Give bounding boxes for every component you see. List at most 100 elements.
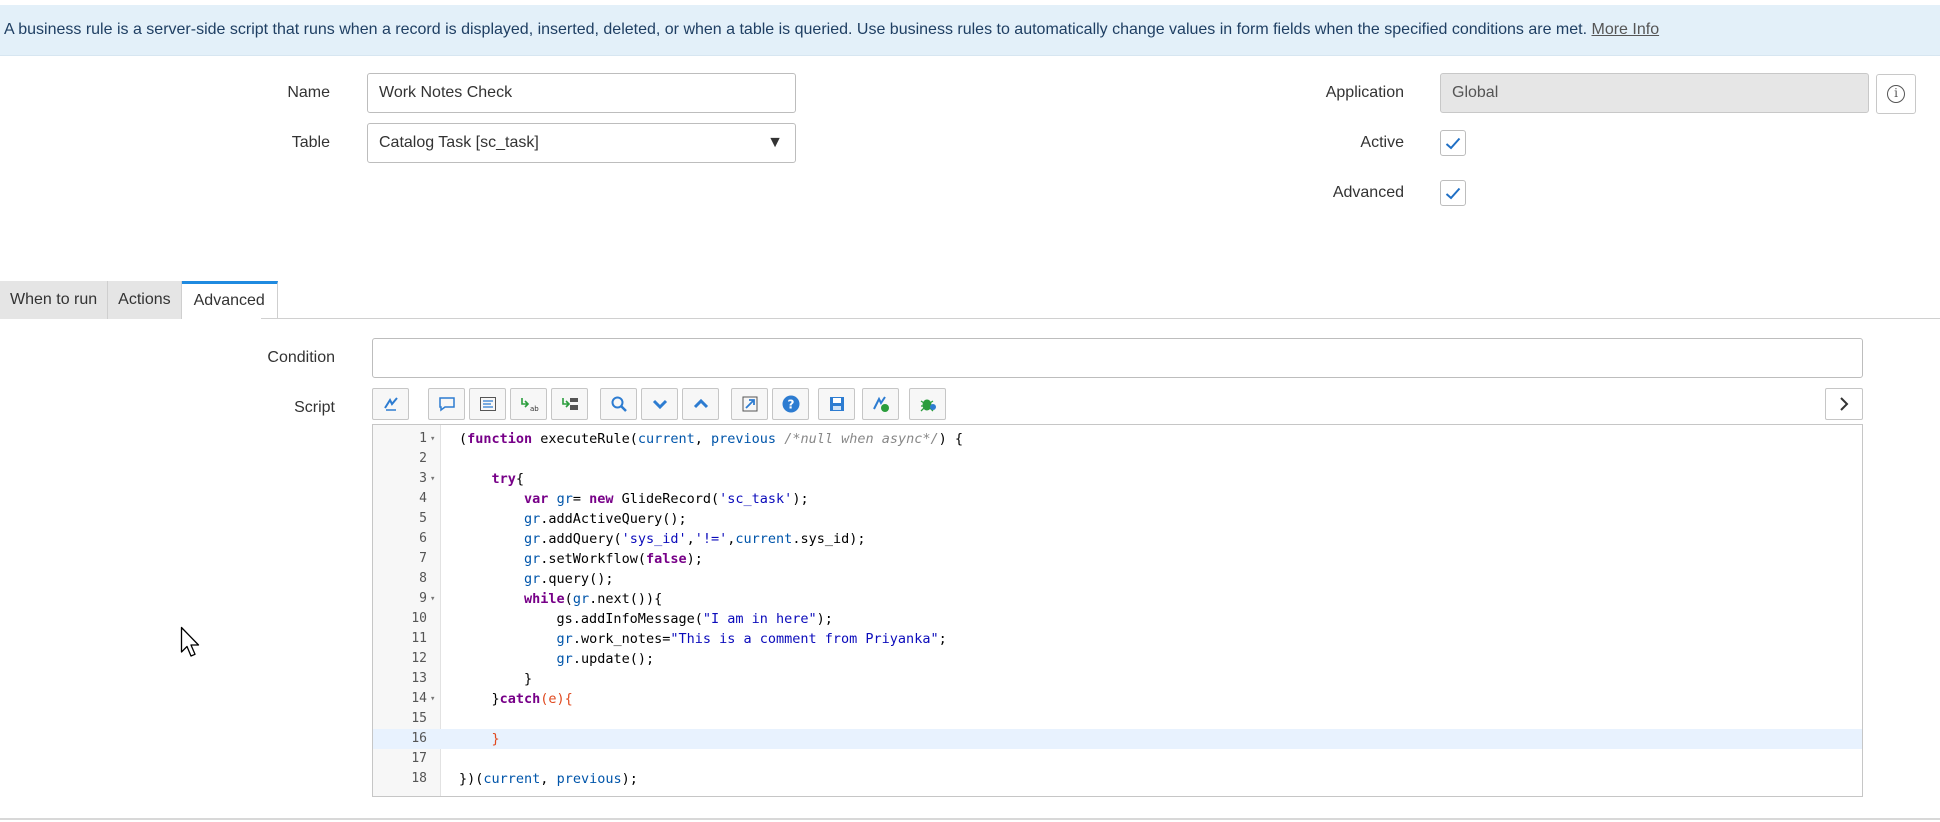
code-text: var gr= new GlideRecord('sc_task'); [524, 491, 809, 507]
tab-divider [261, 318, 1940, 319]
help-icon: ? [782, 395, 799, 413]
code-line[interactable]: 5 gr.addActiveQuery(); [373, 509, 1862, 529]
code-line[interactable]: 2 [373, 449, 1862, 469]
name-field[interactable]: Work Notes Check [367, 73, 796, 113]
replace-icon: abc [520, 398, 539, 413]
advanced-checkbox[interactable] [1440, 180, 1466, 206]
dropdown-arrow-icon: ▼ [767, 134, 783, 151]
code-line[interactable]: 14 ▾ }catch(e){ [373, 689, 1862, 709]
application-info-button[interactable]: i [1876, 74, 1916, 114]
code-line[interactable]: 17 [373, 749, 1862, 769]
code-text: gr.addQuery('sys_id','!=',current.sys_id… [524, 531, 866, 547]
save-button[interactable] [818, 388, 855, 420]
code-text: }catch(e){ [459, 691, 573, 707]
script-label: Script [294, 399, 335, 416]
code-text: })(current, previous); [459, 771, 638, 787]
find-previous-icon [693, 398, 708, 409]
section-bottom-divider [0, 818, 1940, 820]
code-line[interactable]: 6 gr.addQuery('sys_id','!=',current.sys_… [373, 529, 1862, 549]
code-line[interactable]: 9 ▾ while(gr.next()){ [373, 589, 1862, 609]
debug-icon [920, 399, 936, 412]
line-number: 3 [419, 471, 427, 486]
tab-actions[interactable]: Actions [108, 281, 182, 319]
line-number: 5 [419, 511, 427, 526]
code-line[interactable]: 1 ▾ (function executeRule(current, previou… [373, 429, 1862, 449]
more-info-link[interactable]: More Info [1592, 21, 1660, 38]
code-line[interactable]: 3 ▾ try{ [373, 469, 1862, 489]
code-line[interactable]: 16 } [373, 729, 1862, 749]
name-field-value: Work Notes Check [379, 84, 513, 101]
tab-advanced[interactable]: Advanced [181, 281, 278, 319]
table-select[interactable]: Catalog Task [sc_task] ▼ [367, 123, 796, 163]
info-banner-text: A business rule is a server-side script … [4, 21, 1588, 38]
code-text: (function executeRule(current, previous … [459, 431, 964, 447]
active-checkbox[interactable] [1440, 130, 1466, 156]
fold-toggle-icon[interactable]: ▾ [430, 469, 435, 489]
code-text: gr.work_notes="This is a comment from Pr… [556, 631, 947, 647]
chevron-right-icon [1840, 397, 1849, 411]
table-select-value: Catalog Task [sc_task] [379, 134, 539, 151]
code-line[interactable]: 18 })(current, previous); [373, 769, 1862, 789]
code-text: } [459, 671, 533, 687]
line-number: 4 [419, 491, 427, 506]
toggle-syntax-button[interactable] [372, 388, 409, 420]
fold-toggle-icon[interactable]: ▾ [430, 429, 435, 449]
line-number: 17 [411, 751, 427, 766]
info-banner: A business rule is a server-side script … [0, 5, 1940, 56]
tab-when-to-run[interactable]: When to run [0, 281, 109, 319]
search-icon [611, 396, 627, 412]
open-script-icon [742, 396, 757, 412]
checkmark-icon [1445, 187, 1461, 199]
fold-toggle-icon[interactable]: ▾ [430, 589, 435, 609]
format-code-button[interactable] [469, 388, 506, 420]
advanced-label: Advanced [1332, 184, 1404, 201]
checkmark-icon [1445, 137, 1461, 149]
code-line[interactable]: 11 gr.work_notes="This is a comment from… [373, 629, 1862, 649]
script-editor[interactable]: 1 ▾ (function executeRule(current, previou… [372, 424, 1863, 797]
application-label: Application [1325, 84, 1404, 101]
code-line[interactable]: 12 gr.update(); [373, 649, 1862, 669]
fold-toggle-icon[interactable]: ▾ [430, 689, 435, 709]
code-line[interactable]: 15 [373, 709, 1862, 729]
format-code-icon [479, 397, 496, 411]
open-script-button[interactable] [731, 388, 768, 420]
comment-button[interactable] [428, 388, 465, 420]
code-text: gr.update(); [556, 651, 655, 667]
debug-button[interactable] [909, 388, 946, 420]
code-text: gr.addActiveQuery(); [524, 511, 687, 527]
code-line[interactable]: 7 gr.setWorkflow(false); [373, 549, 1862, 569]
code-line[interactable]: 8 gr.query(); [373, 569, 1862, 589]
line-number: 18 [411, 771, 427, 786]
svg-text:?: ? [787, 398, 794, 412]
script-debugger-button[interactable] [862, 388, 899, 420]
svg-text:abc: abc [530, 405, 539, 413]
code-line[interactable]: 4 var gr= new GlideRecord('sc_task'); [373, 489, 1862, 509]
line-number: 11 [411, 631, 427, 646]
code-text: gr.setWorkflow(false); [524, 551, 703, 567]
table-label: Table [291, 134, 330, 151]
line-number: 10 [411, 611, 427, 626]
name-label: Name [287, 84, 330, 101]
active-label: Active [1360, 134, 1404, 151]
replace-all-button[interactable] [551, 388, 588, 420]
code-text: try{ [491, 471, 525, 487]
find-next-button[interactable] [641, 388, 678, 420]
line-number: 13 [411, 671, 427, 686]
save-icon [829, 397, 844, 411]
find-previous-button[interactable] [682, 388, 719, 420]
code-line[interactable]: 13 } [373, 669, 1862, 689]
condition-field[interactable] [372, 338, 1863, 378]
code-line[interactable]: 10 gs.addInfoMessage("I am in here"); [373, 609, 1862, 629]
line-number: 8 [419, 571, 427, 586]
expand-editor-button[interactable] [1825, 388, 1863, 420]
application-field: Global [1440, 73, 1869, 113]
section-tabs: When to run Actions Advanced [0, 281, 278, 319]
find-next-icon [652, 399, 667, 410]
replace-button[interactable]: abc [510, 388, 547, 420]
search-button[interactable] [600, 388, 637, 420]
line-number: 1 [419, 431, 427, 446]
help-button[interactable]: ? [772, 388, 809, 420]
line-number: 6 [419, 531, 427, 546]
line-number: 2 [419, 451, 427, 466]
condition-label: Condition [267, 349, 335, 366]
